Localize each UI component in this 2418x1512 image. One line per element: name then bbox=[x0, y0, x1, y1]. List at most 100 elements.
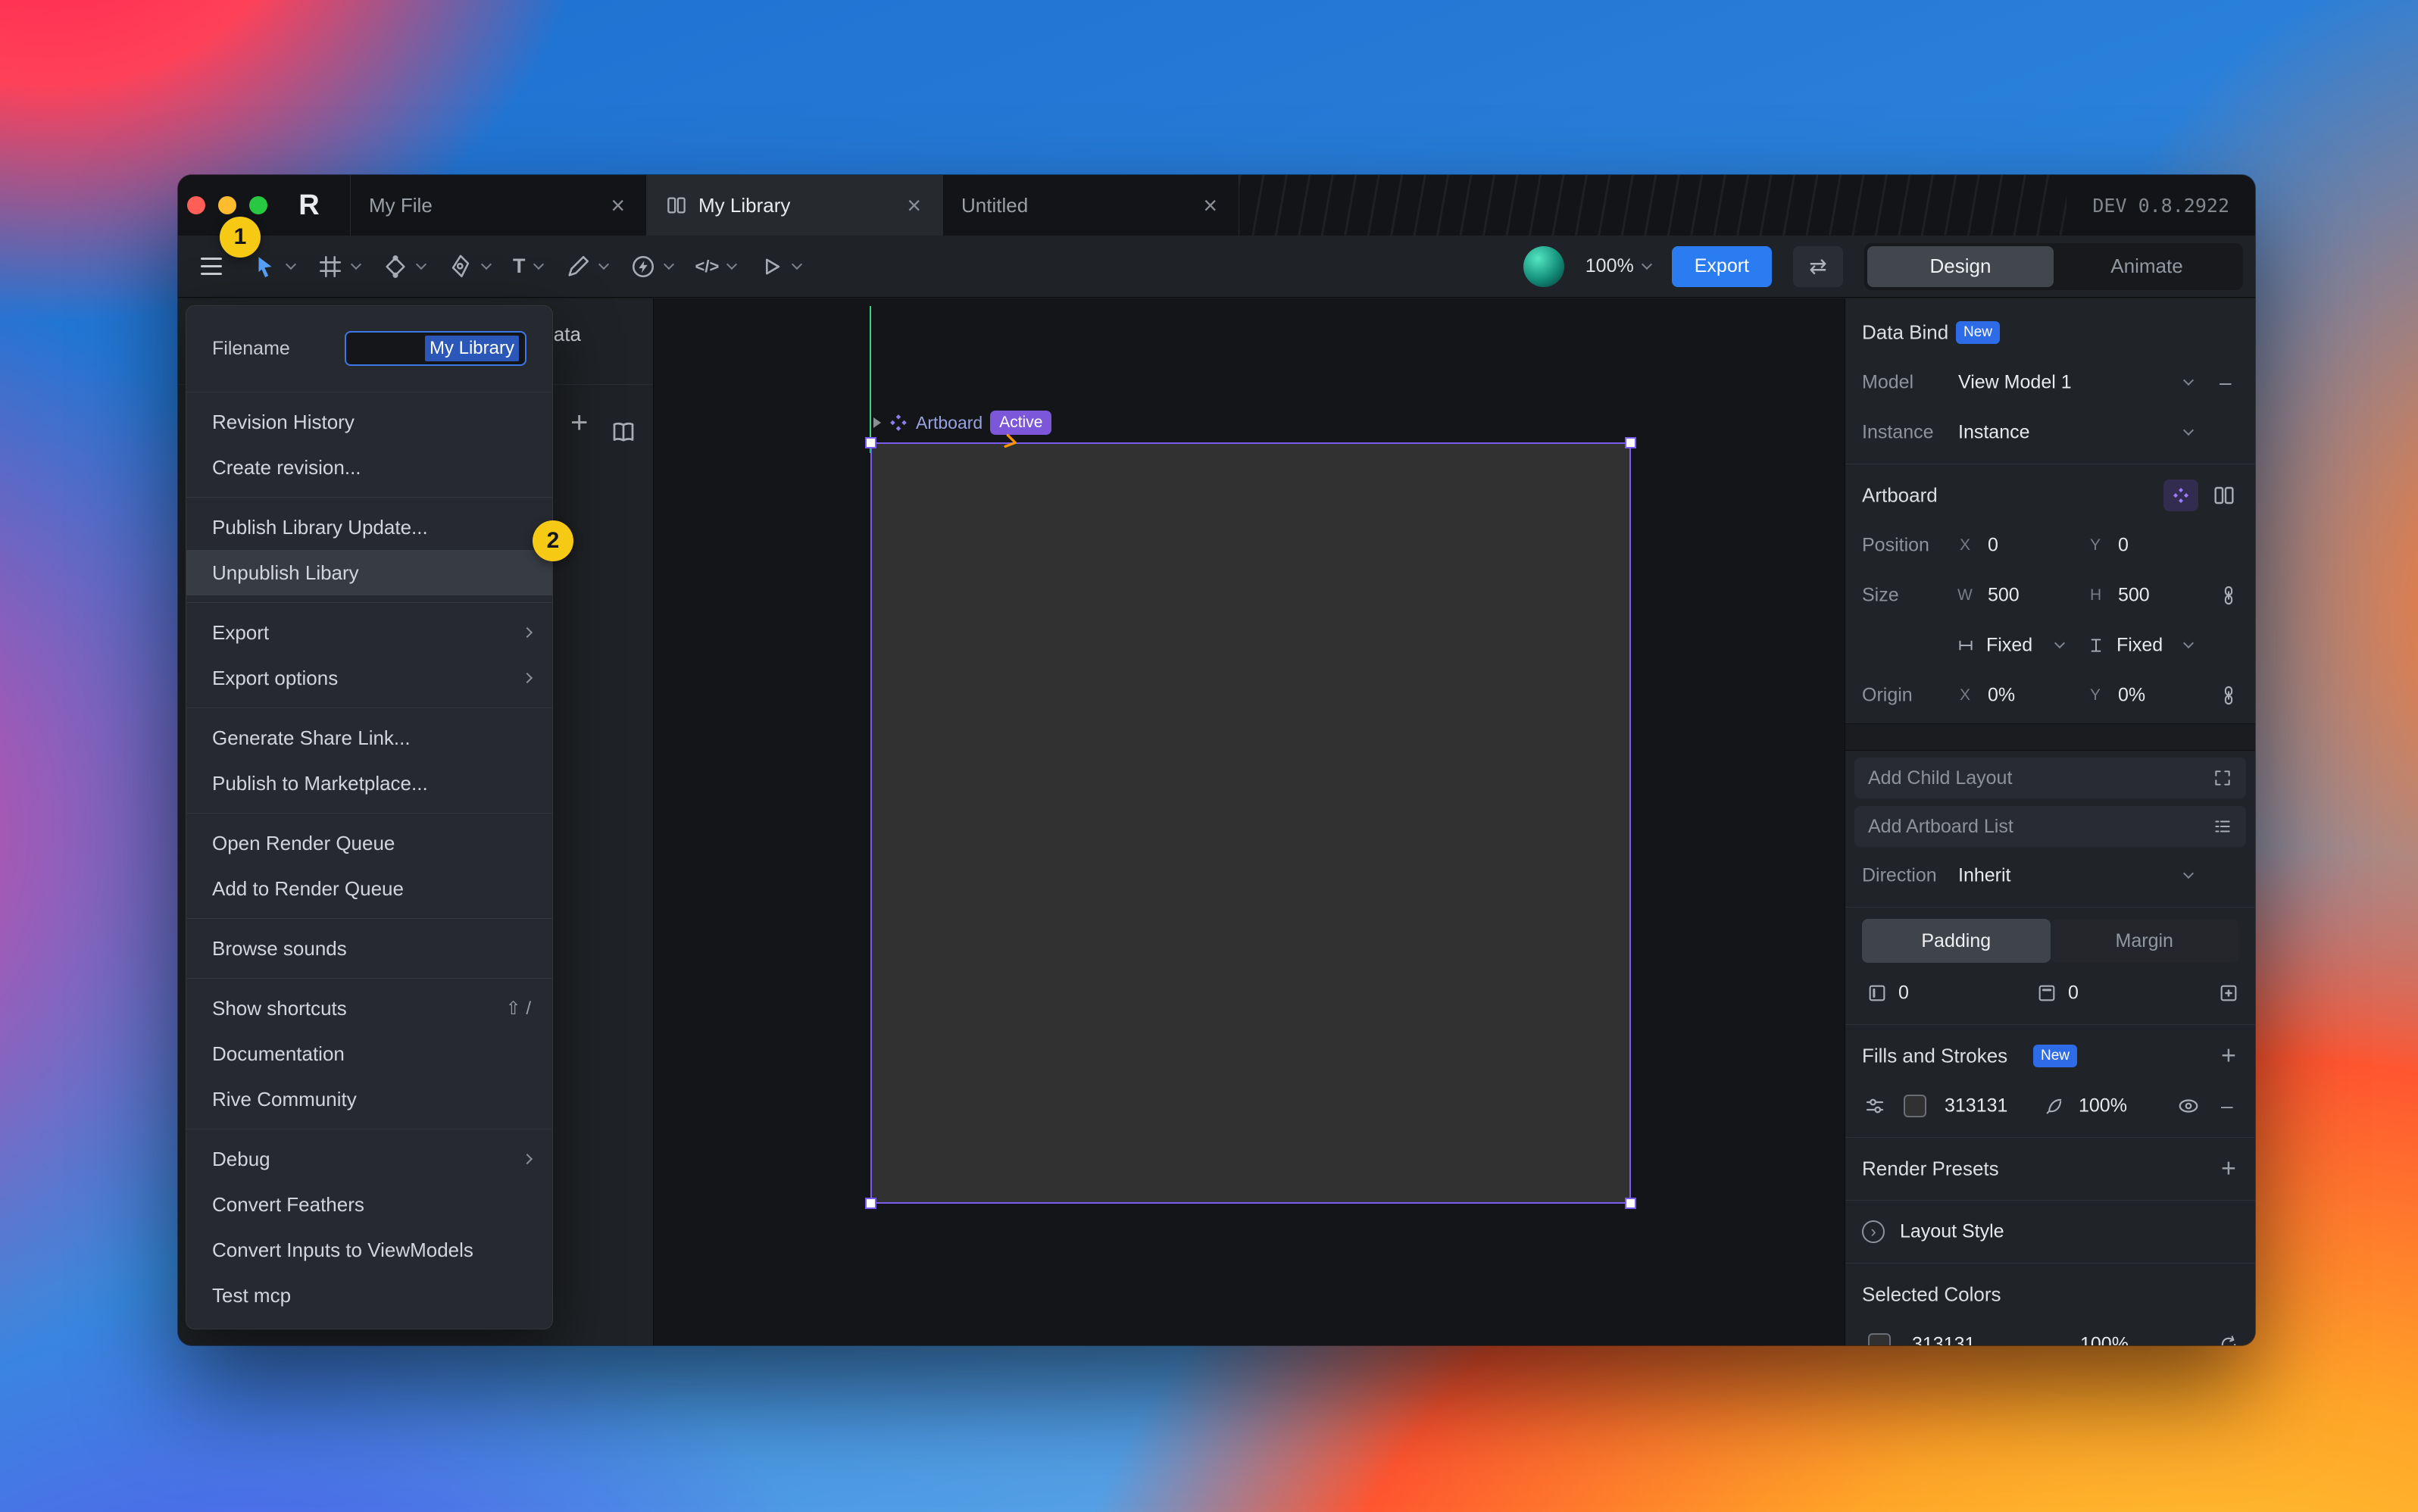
remove-fill-button[interactable]: – bbox=[2221, 1094, 2233, 1118]
chevron-down-icon[interactable] bbox=[2183, 868, 2194, 879]
menu-item-export-options[interactable]: Export options bbox=[186, 655, 552, 701]
width-input[interactable]: 500 bbox=[1988, 585, 2020, 607]
animate-mode-tab[interactable]: Animate bbox=[2054, 246, 2240, 287]
artboard-diamond-icon-button[interactable] bbox=[2163, 480, 2198, 511]
selected-color-swatch[interactable] bbox=[1868, 1333, 1891, 1345]
y-input[interactable]: 0 bbox=[2118, 535, 2129, 557]
tab-my-library[interactable]: My Library × bbox=[646, 175, 943, 236]
menu-item-test-mcp[interactable]: Test mcp bbox=[186, 1273, 552, 1318]
chevron-down-icon[interactable] bbox=[2183, 425, 2194, 436]
menu-item-documentation[interactable]: Documentation bbox=[186, 1031, 552, 1076]
zoom-window-button[interactable] bbox=[249, 196, 267, 214]
disclosure-chevron-icon[interactable] bbox=[873, 417, 881, 428]
menu-item-generate-share-link[interactable]: Generate Share Link... bbox=[186, 715, 552, 761]
sliders-icon[interactable] bbox=[1863, 1095, 1886, 1117]
menu-item-convert-inputs-to-viewmodels[interactable]: Convert Inputs to ViewModels bbox=[186, 1227, 552, 1273]
pen-tool[interactable] bbox=[448, 254, 490, 280]
menu-item-show-shortcuts[interactable]: Show shortcuts⇧ / bbox=[186, 986, 552, 1031]
minimize-window-button[interactable] bbox=[218, 196, 236, 214]
height-input[interactable]: 500 bbox=[2118, 585, 2150, 607]
tab-close-icon[interactable]: × bbox=[904, 193, 924, 217]
feather-icon[interactable] bbox=[2044, 1095, 2065, 1117]
add-render-preset-button[interactable]: + bbox=[2221, 1154, 2236, 1184]
fill-hex-value[interactable]: 313131 bbox=[1945, 1095, 2007, 1117]
close-window-button[interactable] bbox=[187, 196, 205, 214]
zoom-dropdown[interactable]: 100% bbox=[1585, 255, 1651, 277]
add-artboard-list-button[interactable]: Add Artboard List bbox=[1854, 806, 2246, 847]
menu-item-unpublish-library[interactable]: Unpublish Libary bbox=[186, 550, 552, 595]
play-tool[interactable] bbox=[758, 254, 801, 280]
tool-dropdown-chevron-icon[interactable] bbox=[286, 258, 296, 269]
menu-item-convert-feathers[interactable]: Convert Feathers bbox=[186, 1182, 552, 1227]
text-tool[interactable]: T bbox=[513, 255, 542, 278]
tool-dropdown-chevron-icon[interactable] bbox=[533, 258, 543, 269]
selection-handle[interactable] bbox=[865, 1198, 876, 1209]
add-fill-button[interactable]: + bbox=[2221, 1042, 2236, 1071]
add-button[interactable]: + bbox=[570, 408, 588, 438]
selection-handle[interactable] bbox=[1625, 1198, 1636, 1209]
canvas[interactable]: Artboard Active bbox=[654, 298, 1845, 1345]
add-child-layout-button[interactable]: Add Child Layout bbox=[1854, 758, 2246, 798]
tool-dropdown-chevron-icon[interactable] bbox=[598, 258, 608, 269]
x-input[interactable]: 0 bbox=[1988, 535, 1998, 557]
padding-options-icon[interactable] bbox=[2218, 982, 2239, 1004]
menu-item-publish-to-marketplace[interactable]: Publish to Marketplace... bbox=[186, 761, 552, 806]
menu-item-browse-sounds[interactable]: Browse sounds bbox=[186, 926, 552, 971]
tab-untitled[interactable]: Untitled × bbox=[942, 175, 1239, 236]
artboard-tool[interactable] bbox=[317, 254, 360, 280]
tool-dropdown-chevron-icon[interactable] bbox=[663, 258, 673, 269]
menu-item-rive-community[interactable]: Rive Community bbox=[186, 1076, 552, 1122]
fill-opacity-value[interactable]: 100% bbox=[2079, 1095, 2127, 1117]
hamburger-menu-button[interactable] bbox=[201, 258, 222, 275]
events-tool[interactable] bbox=[630, 254, 673, 280]
padding-a-input[interactable]: 0 bbox=[1898, 982, 1909, 1004]
artboard-columns-icon-button[interactable] bbox=[2212, 483, 2236, 508]
chevron-down-icon[interactable] bbox=[2183, 375, 2194, 386]
selection-handle[interactable] bbox=[1625, 437, 1636, 448]
user-avatar[interactable] bbox=[1523, 246, 1564, 287]
tab-my-file[interactable]: My File × bbox=[350, 175, 647, 236]
export-button[interactable]: Export bbox=[1672, 246, 1772, 287]
assets-book-icon[interactable] bbox=[610, 418, 637, 445]
select-tool[interactable] bbox=[252, 254, 295, 280]
tool-dropdown-chevron-icon[interactable] bbox=[792, 258, 802, 269]
tool-dropdown-chevron-icon[interactable] bbox=[351, 258, 361, 269]
tool-dropdown-chevron-icon[interactable] bbox=[481, 258, 492, 269]
panels-toggle-button[interactable]: ⇄ bbox=[1793, 246, 1843, 287]
menu-item-create-revision[interactable]: Create revision... bbox=[186, 445, 552, 490]
tool-dropdown-chevron-icon[interactable] bbox=[416, 258, 426, 269]
margin-tab[interactable]: Margin bbox=[2051, 919, 2239, 963]
origin-x-input[interactable]: 0% bbox=[1988, 685, 2015, 707]
tool-dropdown-chevron-icon[interactable] bbox=[726, 258, 737, 269]
menu-item-debug[interactable]: Debug bbox=[186, 1136, 552, 1182]
artboard-name-label[interactable]: Artboard bbox=[916, 413, 983, 433]
remove-model-button[interactable]: – bbox=[2220, 370, 2232, 395]
tab-close-icon[interactable]: × bbox=[1200, 193, 1220, 217]
chevron-down-icon[interactable] bbox=[2183, 638, 2194, 648]
padding-tab[interactable]: Padding bbox=[1862, 919, 2051, 963]
menu-item-open-render-queue[interactable]: Open Render Queue bbox=[186, 820, 552, 866]
artboard-title-row[interactable]: Artboard Active bbox=[873, 411, 1051, 435]
instance-dropdown[interactable]: Instance bbox=[1958, 422, 2030, 444]
padding-b-input[interactable]: 0 bbox=[2068, 982, 2079, 1004]
link-origin-icon[interactable] bbox=[2218, 685, 2239, 706]
menu-item-publish-library-update[interactable]: Publish Library Update... bbox=[186, 505, 552, 550]
link-dimensions-icon[interactable] bbox=[2218, 585, 2239, 606]
design-mode-tab[interactable]: Design bbox=[1867, 246, 2054, 287]
menu-item-add-to-render-queue[interactable]: Add to Render Queue bbox=[186, 866, 552, 911]
tab-close-icon[interactable]: × bbox=[608, 193, 628, 217]
fill-color-swatch[interactable] bbox=[1904, 1095, 1926, 1117]
code-tool[interactable]: </> bbox=[695, 257, 736, 276]
visibility-eye-icon[interactable] bbox=[2177, 1095, 2200, 1117]
height-mode-dropdown[interactable]: Fixed bbox=[2117, 635, 2163, 657]
expander-circle-icon[interactable]: › bbox=[1862, 1220, 1885, 1243]
artboard[interactable] bbox=[870, 442, 1631, 1204]
refresh-icon[interactable] bbox=[2218, 1334, 2239, 1345]
menu-item-revision-history[interactable]: Revision History bbox=[186, 399, 552, 445]
chevron-down-icon[interactable] bbox=[2054, 638, 2065, 648]
filename-input[interactable]: My Library bbox=[345, 331, 526, 366]
selection-handle[interactable] bbox=[865, 437, 876, 448]
origin-y-input[interactable]: 0% bbox=[2118, 685, 2145, 707]
menu-item-export[interactable]: Export bbox=[186, 610, 552, 655]
model-dropdown[interactable]: View Model 1 bbox=[1958, 372, 2072, 394]
